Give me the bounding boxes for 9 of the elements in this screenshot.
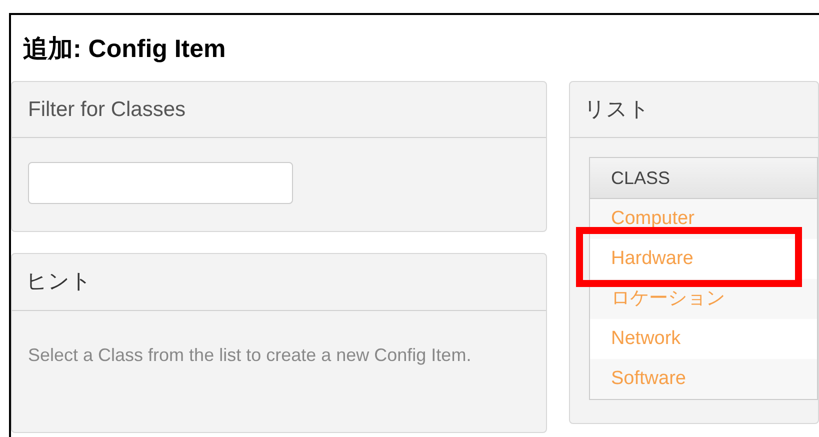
filter-input-field[interactable]: [28, 162, 293, 204]
hint-text: Select a Class from the list to create a new Config Item.: [28, 344, 472, 367]
page-title: 追加: Config Item: [23, 35, 226, 63]
column-header: CLASS: [611, 166, 670, 190]
class-link[interactable]: Hardware: [611, 244, 694, 274]
class-link[interactable]: Network: [611, 324, 681, 354]
panel-heading: リスト: [584, 96, 650, 123]
panel-heading: ヒント: [26, 269, 92, 296]
panel-heading: Filter for Classes: [28, 96, 186, 123]
